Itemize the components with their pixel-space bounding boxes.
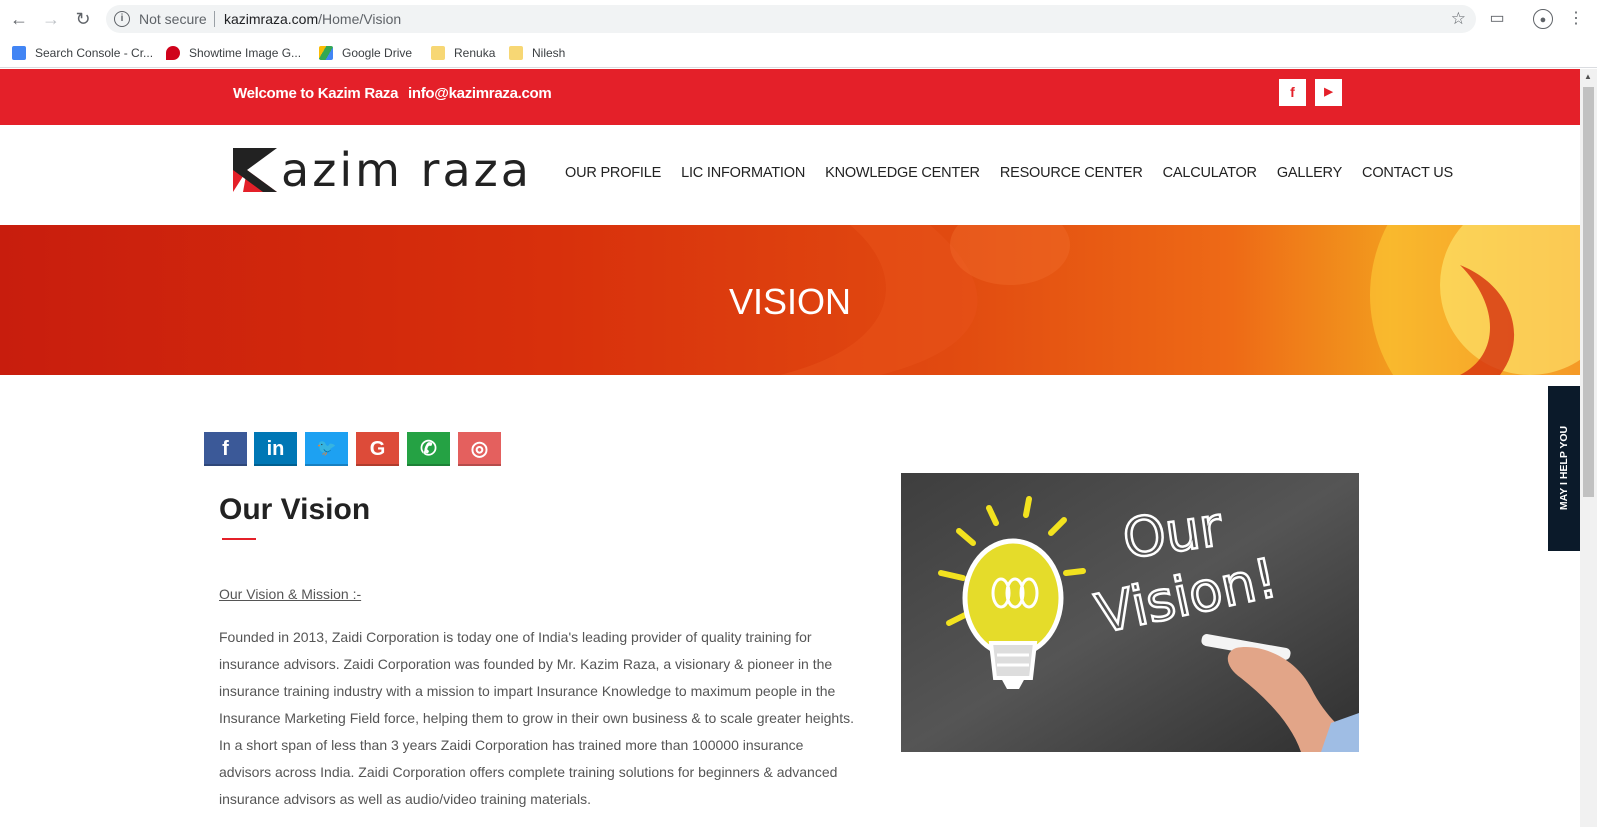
drop-icon — [166, 46, 180, 60]
share-twitter-button[interactable]: 🐦 — [305, 432, 348, 466]
share-whatsapp-button[interactable]: ✆ — [407, 432, 450, 466]
logo-k-icon — [233, 148, 277, 192]
welcome-text: Welcome to Kazim Raza — [233, 85, 399, 102]
lightbulb-illustration: Our Vision! — [901, 473, 1359, 752]
facebook-icon[interactable]: f — [1279, 79, 1306, 106]
nav-knowledge-center[interactable]: KNOWLEDGE CENTER — [825, 165, 980, 181]
vision-mission-link[interactable]: Our Vision & Mission :- — [219, 586, 361, 602]
address-bar[interactable]: i Not secure kazimraza.com/Home/Vision ☆ — [106, 5, 1476, 33]
section-heading: Our Vision — [219, 493, 371, 526]
share-linkedin-button[interactable]: in — [254, 432, 297, 466]
vision-paragraph: Founded in 2013, Zaidi Corporation is to… — [219, 629, 854, 807]
youtube-icon[interactable]: ▶ — [1315, 79, 1342, 106]
logo-text: azim raza — [281, 143, 532, 197]
bookmark-nilesh[interactable]: Nilesh — [509, 43, 565, 63]
bookmark-renuka[interactable]: Renuka — [431, 43, 495, 63]
nav-lic-information[interactable]: LIC INFORMATION — [681, 165, 805, 181]
folder-icon — [431, 46, 445, 60]
page-title: VISION — [728, 281, 852, 322]
site-header: azim raza OUR PROFILE LIC INFORMATION KN… — [0, 125, 1580, 225]
bookmark-search-console[interactable]: Search Console - Cr... — [12, 43, 153, 63]
email-link[interactable]: info@kazimraza.com — [408, 85, 552, 102]
security-label: Not secure — [139, 11, 207, 27]
google-drive-icon — [319, 46, 333, 60]
nav-gallery[interactable]: GALLERY — [1277, 165, 1342, 181]
bookmarks-bar: Search Console - Cr... Showtime Image G.… — [0, 38, 1597, 68]
nav-our-profile[interactable]: OUR PROFILE — [565, 165, 661, 181]
nav-resource-center[interactable]: RESOURCE CENTER — [1000, 165, 1143, 181]
info-icon[interactable]: i — [114, 11, 130, 27]
may-i-help-you-tab[interactable]: MAY I HELP YOU — [1548, 386, 1580, 551]
nav-contact-us[interactable]: CONTACT US — [1362, 165, 1453, 181]
bookmark-showtime[interactable]: Showtime Image G... — [166, 43, 301, 63]
main-nav: OUR PROFILE LIC INFORMATION KNOWLEDGE CE… — [565, 165, 1473, 181]
bookmark-google-drive[interactable]: Google Drive — [319, 43, 412, 63]
search-console-icon — [12, 46, 26, 60]
heading-underline — [222, 538, 256, 540]
share-instagram-button[interactable]: ◎ — [458, 432, 501, 466]
share-facebook-button[interactable]: f — [204, 432, 247, 466]
scroll-thumb[interactable] — [1583, 87, 1594, 497]
scroll-up-arrow-icon[interactable]: ▲ — [1584, 72, 1592, 81]
top-bar: Welcome to Kazim Raza info@kazimraza.com… — [0, 69, 1580, 125]
reload-icon[interactable]: ↻ — [72, 8, 94, 30]
site-logo[interactable]: azim raza — [233, 143, 533, 197]
browser-toolbar: ← → ↻ i Not secure kazimraza.com/Home/Vi… — [0, 0, 1597, 38]
bookmark-star-icon[interactable]: ☆ — [1451, 9, 1466, 29]
help-tab-label: MAY I HELP YOU — [1558, 425, 1570, 511]
folder-icon — [509, 46, 523, 60]
menu-kebab-icon[interactable]: ⋮ — [1566, 9, 1586, 29]
profile-avatar[interactable]: ● — [1533, 9, 1553, 29]
back-icon[interactable]: ← — [8, 8, 30, 30]
url-text[interactable]: kazimraza.com/Home/Vision — [224, 11, 401, 27]
nav-calculator[interactable]: CALCULATOR — [1163, 165, 1257, 181]
divider — [214, 11, 215, 27]
cast-icon[interactable]: ▭ — [1487, 9, 1507, 29]
our-vision-image: Our Vision! — [901, 473, 1359, 752]
page-scrollbar[interactable]: ▲ — [1580, 69, 1597, 827]
share-google-button[interactable]: G — [356, 432, 399, 466]
page-banner: VISION — [0, 225, 1580, 375]
forward-icon[interactable]: → — [40, 8, 62, 30]
